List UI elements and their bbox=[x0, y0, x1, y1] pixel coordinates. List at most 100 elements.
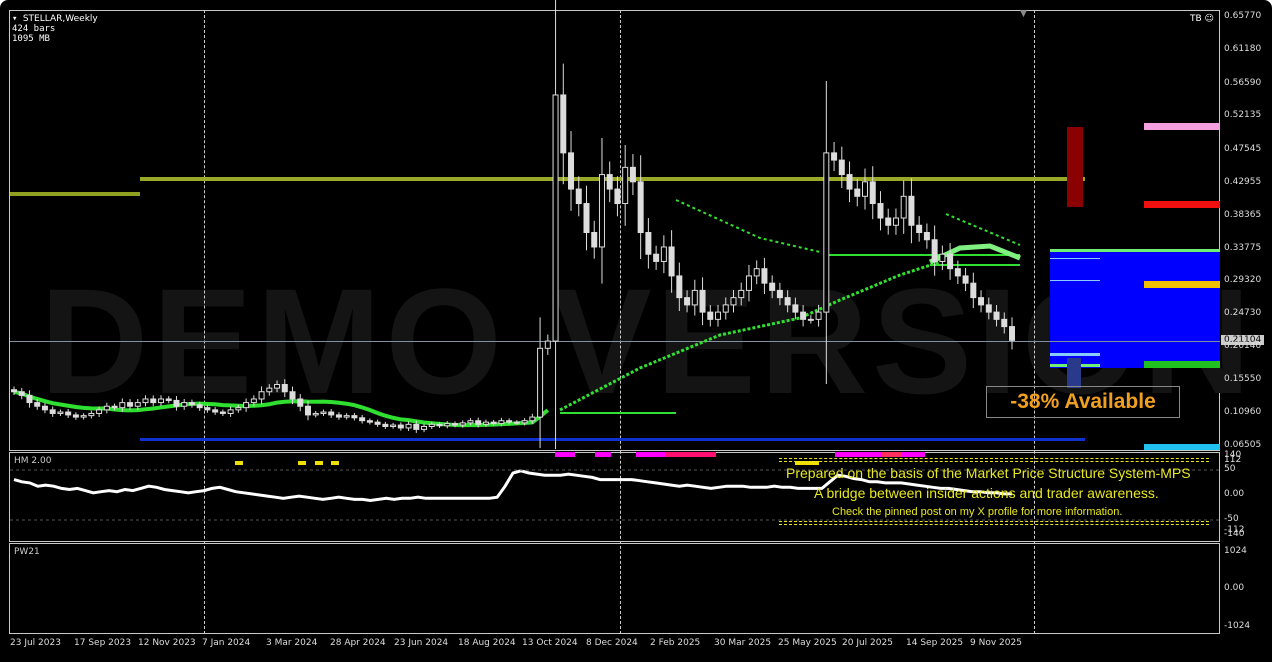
tb-badge[interactable]: TB ☺ bbox=[1190, 14, 1214, 24]
candle-body bbox=[80, 415, 87, 418]
candle-body bbox=[892, 217, 899, 226]
signal-bar bbox=[636, 452, 666, 457]
candle-body bbox=[181, 402, 188, 407]
candle-body bbox=[885, 217, 892, 226]
candle-body bbox=[854, 188, 861, 197]
candle-body bbox=[575, 188, 582, 205]
candle-body bbox=[506, 420, 513, 423]
candle-body bbox=[382, 423, 389, 427]
candle-body bbox=[908, 195, 915, 226]
candle-body bbox=[730, 297, 737, 306]
candle-body bbox=[691, 289, 698, 306]
pw-axis-label: -1024 bbox=[1224, 621, 1251, 631]
candle-body bbox=[188, 402, 195, 406]
candle-body bbox=[606, 174, 613, 190]
time-axis-label: 20 Jul 2025 bbox=[842, 638, 893, 648]
price-axis-label: 0.29320 bbox=[1224, 275, 1262, 285]
price-axis-label: 0.42955 bbox=[1224, 177, 1262, 187]
candle-body bbox=[111, 405, 118, 409]
shift-marker-icon[interactable]: ▼ bbox=[1020, 9, 1027, 19]
candle-body bbox=[753, 268, 760, 277]
candle-body bbox=[993, 311, 1000, 320]
candle-body bbox=[869, 181, 876, 205]
candle-body bbox=[877, 203, 884, 219]
candle-body bbox=[862, 181, 869, 197]
candle-body bbox=[65, 411, 72, 416]
candle-body bbox=[722, 304, 729, 313]
available-label: -38% Available bbox=[986, 386, 1180, 418]
hm-axis-label: 50 bbox=[1224, 464, 1236, 474]
time-axis-label: 18 Aug 2024 bbox=[458, 638, 516, 648]
candle-body bbox=[227, 409, 234, 414]
candle-body bbox=[451, 423, 458, 426]
trailing-stop-line bbox=[675, 199, 821, 253]
candle-body bbox=[591, 231, 598, 248]
candle-body bbox=[745, 275, 752, 291]
price-axis-label: 0.56590 bbox=[1224, 78, 1262, 88]
message-line-2: A bridge between insider actions and tra… bbox=[814, 485, 1159, 501]
time-axis-label: 12 Nov 2023 bbox=[138, 638, 196, 648]
dropdown-icon[interactable]: ▾ bbox=[12, 14, 23, 24]
candle-body bbox=[916, 224, 923, 233]
candle-body bbox=[390, 424, 397, 427]
signal-bar bbox=[835, 452, 925, 457]
price-axis-label: 0.20140 bbox=[1224, 341, 1262, 351]
candle-body bbox=[165, 398, 172, 401]
candle-body bbox=[769, 282, 776, 291]
moving-average-line bbox=[13, 389, 550, 428]
candle-body bbox=[544, 340, 551, 349]
candle-body bbox=[320, 411, 327, 414]
candle-body bbox=[57, 411, 64, 414]
candle-body bbox=[250, 398, 257, 404]
signal-dot bbox=[235, 461, 243, 465]
candle-body bbox=[41, 405, 48, 411]
candle-body bbox=[374, 421, 381, 425]
candle-body bbox=[421, 425, 428, 430]
candle-body bbox=[985, 304, 992, 313]
candle-body bbox=[583, 203, 590, 233]
candle-body bbox=[436, 423, 443, 427]
candle-body bbox=[26, 394, 33, 404]
candle-body bbox=[784, 297, 791, 306]
candle-body bbox=[34, 402, 41, 407]
candle-body bbox=[235, 407, 242, 411]
candle-body bbox=[900, 195, 907, 219]
candle-body bbox=[815, 311, 822, 320]
candle-body bbox=[529, 416, 536, 422]
candle-body bbox=[289, 391, 296, 400]
signal-bar bbox=[882, 452, 902, 457]
pw21-indicator-name: PW21 bbox=[14, 547, 40, 557]
time-axis-label: 13 Oct 2024 bbox=[522, 638, 578, 648]
price-axis-label: 0.65770 bbox=[1224, 11, 1262, 21]
candle-body bbox=[970, 282, 977, 299]
candle-body bbox=[831, 152, 838, 161]
candle-body bbox=[343, 415, 350, 418]
candle-body bbox=[614, 188, 621, 205]
candle-body bbox=[645, 231, 652, 255]
candle-body bbox=[537, 347, 544, 418]
candle-body bbox=[127, 402, 134, 407]
candle-body bbox=[660, 246, 667, 262]
price-axis-label: 0.24730 bbox=[1224, 308, 1262, 318]
candle-body bbox=[846, 174, 853, 190]
candle-body bbox=[297, 398, 304, 407]
hm-axis-label: -140 bbox=[1224, 529, 1245, 539]
candle-body bbox=[274, 384, 281, 389]
candle-body bbox=[482, 421, 489, 425]
candle-body bbox=[243, 402, 250, 409]
candle-body bbox=[405, 423, 412, 429]
candle-body bbox=[761, 268, 768, 284]
message-border bbox=[779, 458, 1209, 462]
candle-body bbox=[413, 423, 420, 430]
price-axis-label: 0.15550 bbox=[1224, 374, 1262, 384]
candle-body bbox=[962, 275, 969, 284]
candle-body bbox=[96, 409, 103, 414]
candle-body bbox=[335, 414, 342, 418]
candle-body bbox=[18, 391, 25, 396]
candle-body bbox=[800, 311, 807, 320]
symbol-label: STELLAR,Weekly bbox=[22, 14, 98, 24]
candle-body bbox=[699, 289, 706, 313]
candle-body bbox=[947, 253, 954, 270]
candle-body bbox=[552, 94, 559, 342]
message-line-1: Prepared on the basis of the Market Pric… bbox=[786, 465, 1191, 481]
